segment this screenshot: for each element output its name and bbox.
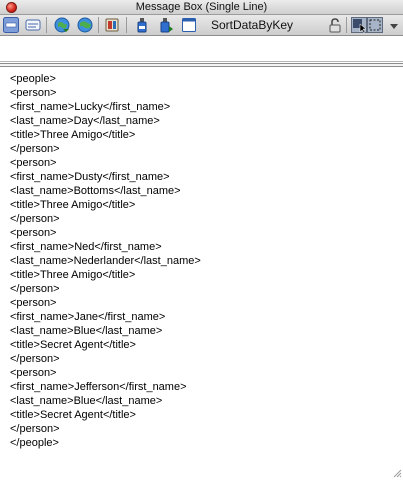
output-line: <person> [10, 87, 57, 99]
bottle-icon[interactable] [134, 17, 150, 33]
output-line: </person> [10, 143, 60, 155]
marquee-icon[interactable] [367, 17, 383, 33]
output-line: <title>Secret Agent</title> [10, 409, 136, 421]
output-line: <title>Three Amigo</title> [10, 199, 136, 211]
window-title: Message Box (Single Line) [135, 1, 268, 13]
output-line: <person> [10, 297, 57, 309]
output-line: <first_name>Jefferson</first_name> [10, 381, 187, 393]
output-line: </person> [10, 353, 60, 365]
output-line: </person> [10, 283, 60, 295]
dropdown-arrow-icon[interactable] [386, 17, 402, 33]
output-line: <last_name>Blue</last_name> [10, 395, 163, 407]
output-line: <person> [10, 227, 57, 239]
globe-arrow-icon[interactable] [54, 17, 70, 33]
message-input-area [0, 36, 403, 62]
output-line: <last_name>Day</last_name> [10, 115, 160, 127]
output-line: <person> [10, 157, 57, 169]
single-line-icon[interactable] [3, 17, 19, 33]
pointer-box-icon[interactable] [351, 17, 367, 34]
output-text: <people> <person> <first_name>Lucky</first… [10, 72, 201, 450]
title-bar: Message Box (Single Line) [0, 0, 403, 15]
output-line: <last_name>Blue</last_name> [10, 325, 163, 337]
output-line: <title>Three Amigo</title> [10, 269, 136, 281]
output-line: <last_name>Bottoms</last_name> [10, 185, 181, 197]
multi-line-icon[interactable] [25, 17, 41, 33]
output-line: </person> [10, 213, 60, 225]
output-line: <person> [10, 367, 57, 379]
splitter[interactable] [0, 63, 403, 67]
resize-grip-icon[interactable] [391, 465, 402, 478]
output-line: <first_name>Lucky</first_name> [10, 101, 171, 113]
sort-data-by-key-label[interactable]: SortDataByKey [211, 18, 293, 32]
globe-icon[interactable] [77, 17, 93, 33]
book-icon[interactable] [104, 17, 120, 33]
output-line: </person> [10, 423, 60, 435]
output-line: <title>Secret Agent</title> [10, 339, 136, 351]
output-line: <last_name>Nederlander</last_name> [10, 255, 201, 267]
toolbar: SortDataByKey [0, 15, 403, 36]
window-icon[interactable] [181, 17, 197, 33]
output-line: <first_name>Ned</first_name> [10, 241, 162, 253]
output-line: </people> [10, 437, 59, 449]
output-line: <title>Three Amigo</title> [10, 129, 136, 141]
message-input[interactable] [0, 36, 403, 60]
output-line: <first_name>Dusty</first_name> [10, 171, 170, 183]
bottle-play-icon[interactable] [158, 17, 174, 33]
output-line: <first_name>Jane</first_name> [10, 311, 166, 323]
lock-icon[interactable] [327, 17, 343, 33]
output-line: <people> [10, 73, 56, 85]
